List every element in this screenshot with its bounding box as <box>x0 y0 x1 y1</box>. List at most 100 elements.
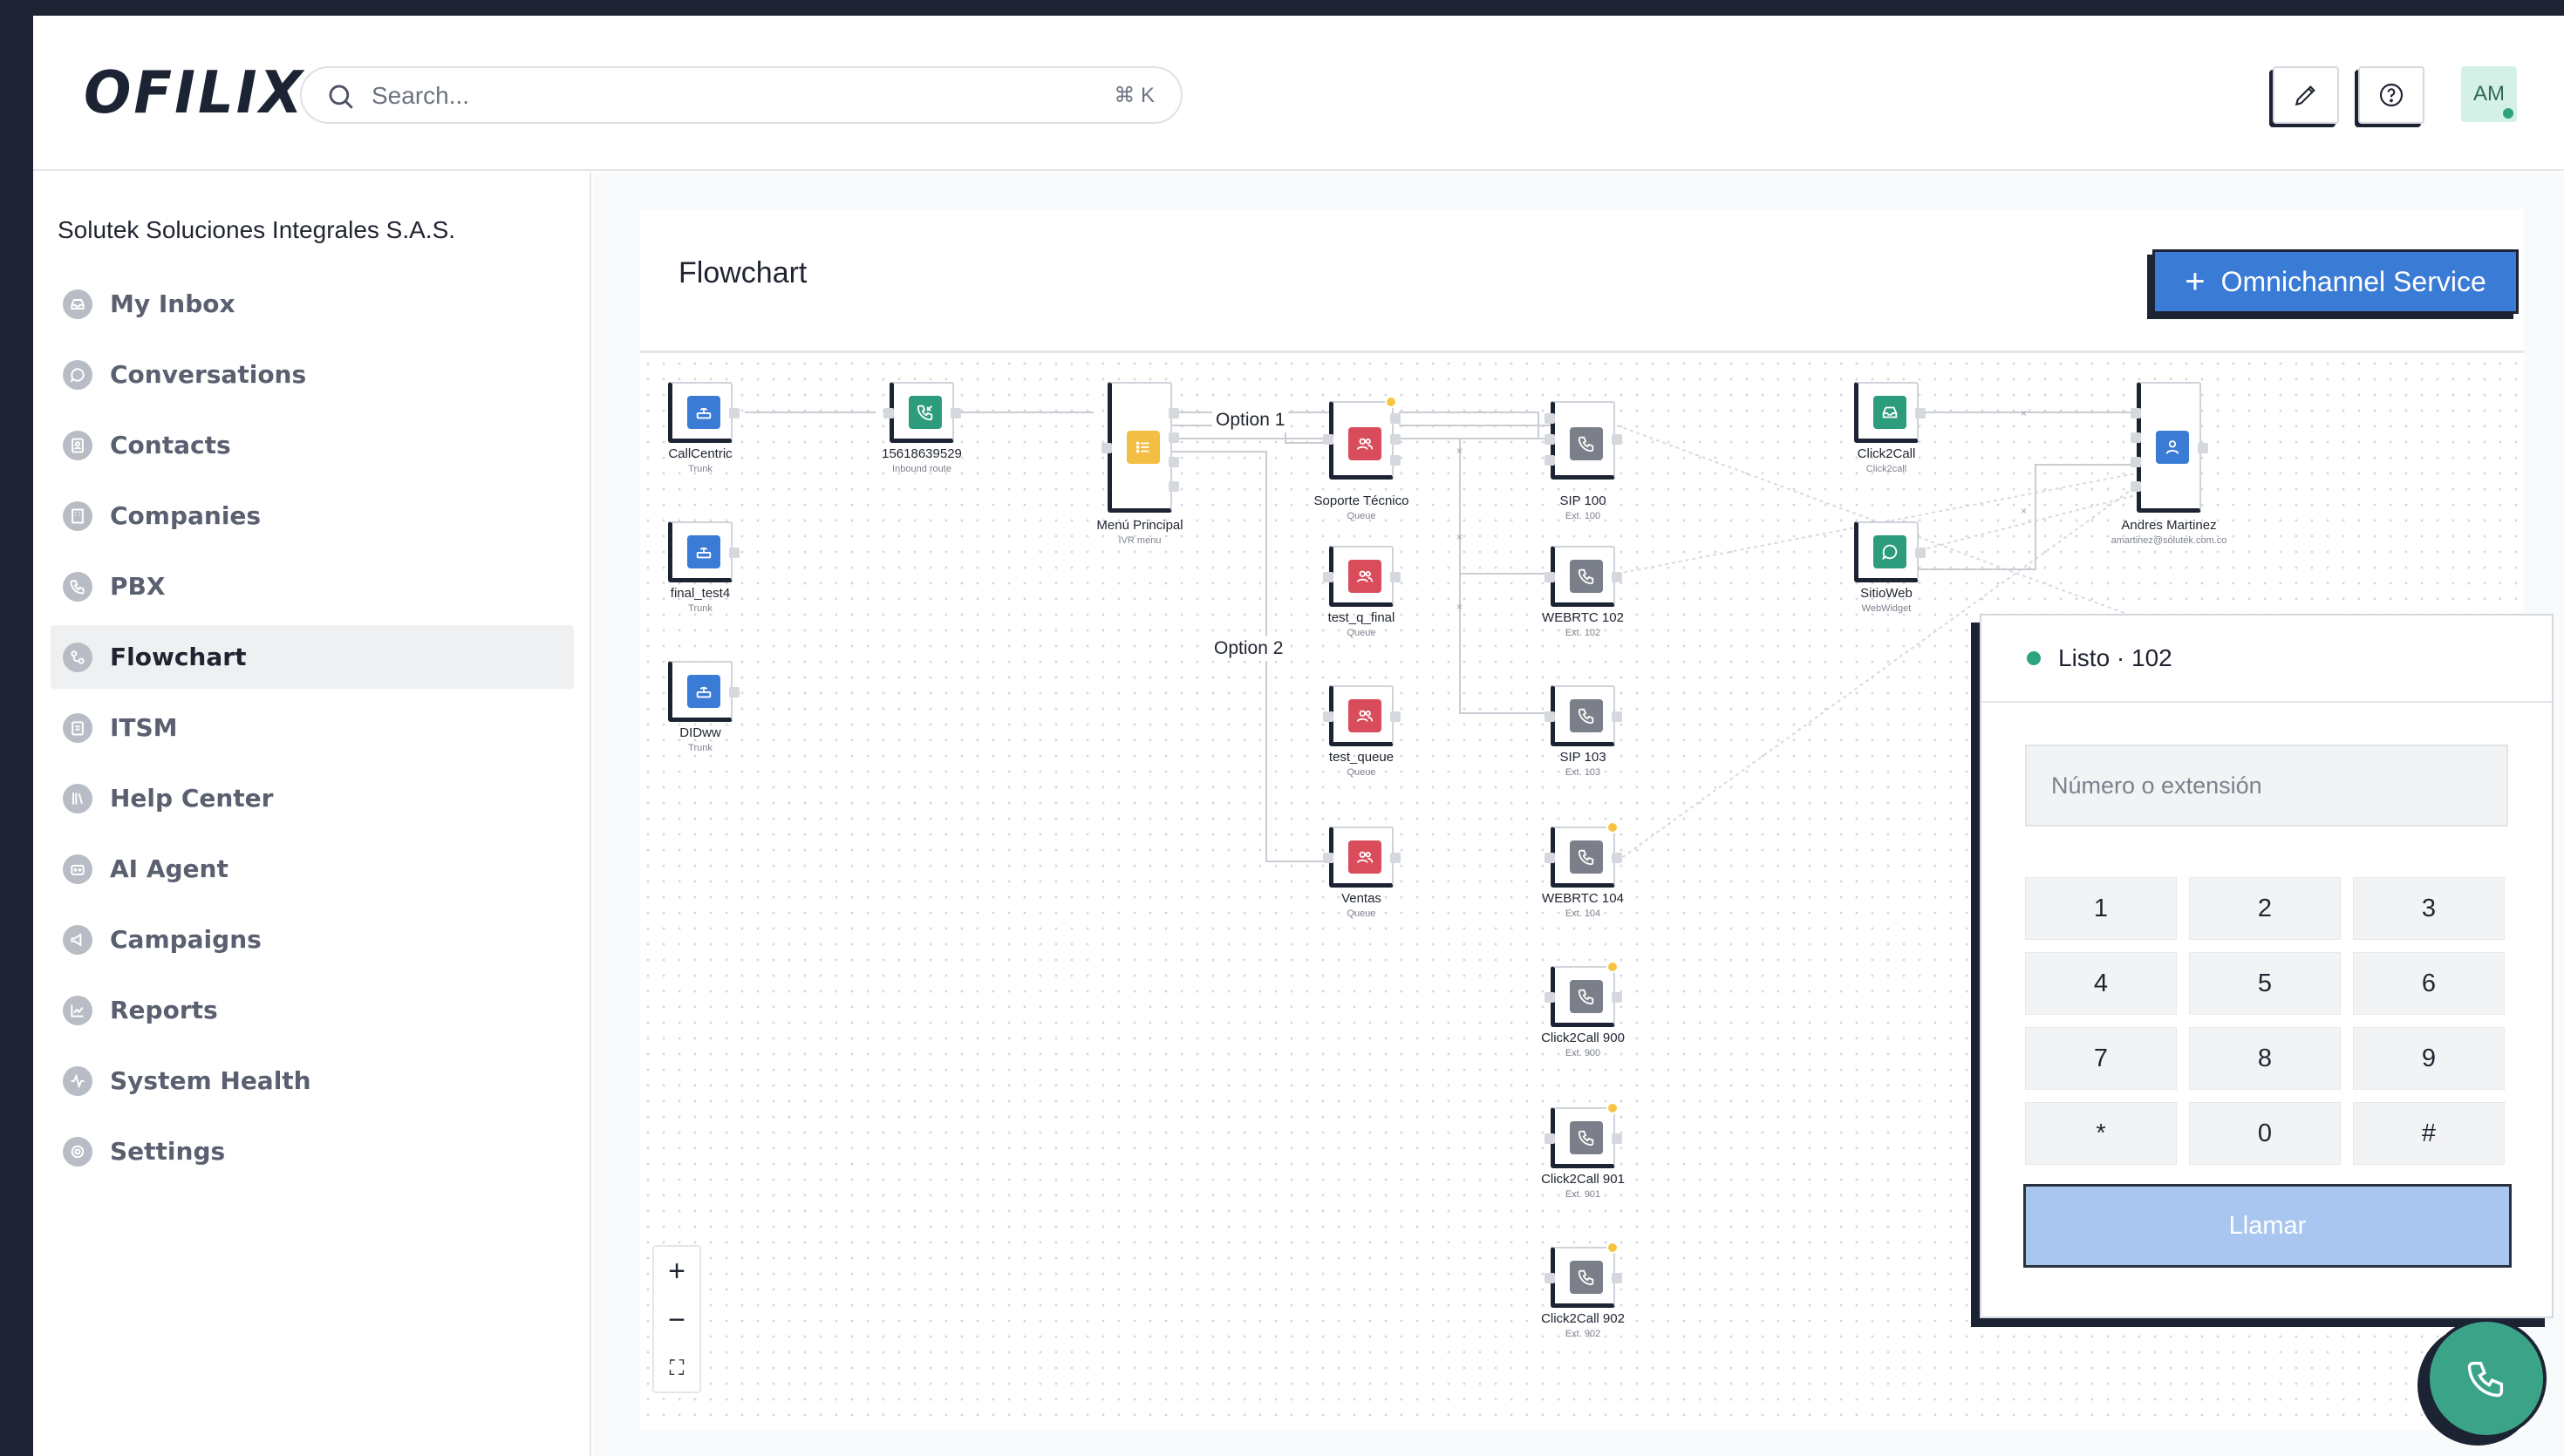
dial-key-7[interactable]: 7 <box>2025 1027 2177 1090</box>
node-port[interactable] <box>951 408 961 418</box>
node-port[interactable] <box>1390 434 1401 445</box>
node-port[interactable] <box>1169 457 1179 467</box>
node-port[interactable] <box>1323 572 1333 582</box>
flow-node-final-test4[interactable] <box>668 521 740 582</box>
flow-node-test-queue[interactable] <box>1323 685 1401 746</box>
node-port[interactable] <box>1390 572 1401 582</box>
node-port[interactable] <box>1545 992 1555 1003</box>
flow-node-click2call-901[interactable] <box>1545 1102 1622 1168</box>
node-port[interactable] <box>1169 481 1179 492</box>
node-port[interactable] <box>1101 443 1112 453</box>
edge-delete-mark[interactable]: × <box>1456 531 1463 543</box>
node-port[interactable] <box>1612 434 1622 445</box>
softphone-toggle-button[interactable] <box>2426 1318 2547 1439</box>
flow-node-click2call-902[interactable] <box>1545 1242 1622 1308</box>
edit-button[interactable] <box>2273 66 2339 124</box>
node-port[interactable] <box>1915 408 1926 418</box>
node-port[interactable] <box>1390 711 1401 722</box>
dial-key-6[interactable]: 6 <box>2353 952 2505 1015</box>
node-port[interactable] <box>1390 853 1401 863</box>
sidebar-item-pbx[interactable]: PBX <box>51 555 574 618</box>
node-port[interactable] <box>1612 1273 1622 1283</box>
edge-delete-mark[interactable]: × <box>1456 445 1463 457</box>
node-port[interactable] <box>1612 711 1622 722</box>
node-port[interactable] <box>1323 711 1333 722</box>
dial-key-hash[interactable]: # <box>2353 1102 2505 1165</box>
node-port[interactable] <box>1545 434 1555 445</box>
help-button[interactable] <box>2358 66 2424 124</box>
sidebar-item-reports[interactable]: Reports <box>51 978 574 1042</box>
sidebar-item-my-inbox[interactable]: My Inbox <box>51 272 574 336</box>
node-port[interactable] <box>1545 1273 1555 1283</box>
flow-node-click2call-900[interactable] <box>1545 961 1622 1027</box>
dial-key-4[interactable]: 4 <box>2025 952 2177 1015</box>
flow-node-soporte-tecnico[interactable] <box>1323 396 1401 480</box>
node-port[interactable] <box>1915 548 1926 558</box>
sidebar-item-campaigns[interactable]: Campaigns <box>51 908 574 971</box>
app-logo[interactable]: OFILIX® <box>84 59 320 127</box>
node-port[interactable] <box>1545 572 1555 582</box>
node-port[interactable] <box>1612 992 1622 1003</box>
sidebar-item-companies[interactable]: Companies <box>51 484 574 548</box>
dial-key-9[interactable]: 9 <box>2353 1027 2505 1090</box>
zoom-in-button[interactable]: + <box>654 1247 699 1296</box>
node-port[interactable] <box>2131 432 2141 443</box>
flow-node-sip-100[interactable] <box>1545 401 1622 480</box>
dial-key-3[interactable]: 3 <box>2353 877 2505 940</box>
flow-node-callcentric[interactable] <box>668 382 740 443</box>
flow-node-sitioweb[interactable] <box>1854 521 1926 582</box>
node-port[interactable] <box>1612 853 1622 863</box>
flow-node-click2call[interactable] <box>1854 382 1926 443</box>
node-port[interactable] <box>1323 853 1333 863</box>
sidebar-item-settings[interactable]: Settings <box>51 1119 574 1183</box>
sidebar-item-itsm[interactable]: ITSM <box>51 696 574 759</box>
sidebar-item-flowchart[interactable]: Flowchart <box>51 625 574 689</box>
node-port[interactable] <box>1612 1133 1622 1144</box>
dial-key-1[interactable]: 1 <box>2025 877 2177 940</box>
node-port[interactable] <box>1545 1133 1555 1144</box>
add-omnichannel-service-button[interactable]: + Omnichannel Service <box>2152 249 2519 314</box>
search-input[interactable] <box>372 77 1069 115</box>
zoom-out-button[interactable]: − <box>654 1296 699 1344</box>
flow-node-test-q-final[interactable] <box>1323 546 1401 607</box>
flow-node-sip-103[interactable] <box>1545 685 1622 746</box>
node-port[interactable] <box>2198 443 2208 453</box>
call-button[interactable]: Llamar <box>2023 1184 2512 1268</box>
node-port[interactable] <box>2131 481 2141 492</box>
dial-key-2[interactable]: 2 <box>2189 877 2341 940</box>
node-port[interactable] <box>1390 455 1401 466</box>
node-port[interactable] <box>1545 413 1555 424</box>
edge-delete-mark[interactable]: × <box>2021 407 2027 419</box>
flow-node-inbound-route[interactable] <box>883 382 961 443</box>
fit-view-button[interactable]: ⛶ <box>654 1344 699 1393</box>
node-port[interactable] <box>729 548 740 558</box>
flow-node-didww[interactable] <box>668 661 740 722</box>
edge-delete-mark[interactable]: × <box>2021 505 2027 517</box>
dial-key-star[interactable]: * <box>2025 1102 2177 1165</box>
dial-key-0[interactable]: 0 <box>2189 1102 2341 1165</box>
node-port[interactable] <box>1612 572 1622 582</box>
node-port[interactable] <box>1390 413 1401 424</box>
flow-node-menu-principal[interactable] <box>1101 382 1179 513</box>
node-port[interactable] <box>1545 711 1555 722</box>
node-port[interactable] <box>1545 853 1555 863</box>
sidebar-item-system-health[interactable]: System Health <box>51 1049 574 1112</box>
node-port[interactable] <box>2131 408 2141 418</box>
dial-key-5[interactable]: 5 <box>2189 952 2341 1015</box>
sidebar-item-help-center[interactable]: Help Center <box>51 766 574 830</box>
dial-key-8[interactable]: 8 <box>2189 1027 2341 1090</box>
sidebar-item-contacts[interactable]: Contacts <box>51 413 574 477</box>
node-port[interactable] <box>1169 432 1179 443</box>
user-avatar[interactable]: AM <box>2461 66 2517 122</box>
node-port[interactable] <box>729 687 740 697</box>
flow-node-webrtc-102[interactable] <box>1545 546 1622 607</box>
node-port[interactable] <box>2131 457 2141 467</box>
node-port[interactable] <box>729 408 740 418</box>
flow-node-andres-martinez[interactable] <box>2131 382 2208 513</box>
flow-node-webrtc-104[interactable] <box>1545 821 1622 888</box>
node-port[interactable] <box>883 408 894 418</box>
agent-status[interactable]: Listo · 102 <box>1981 616 2552 703</box>
sidebar-item-conversations[interactable]: Conversations <box>51 343 574 406</box>
search-bar[interactable]: ⌘ K <box>300 66 1183 124</box>
phone-number-input[interactable] <box>2025 745 2508 827</box>
